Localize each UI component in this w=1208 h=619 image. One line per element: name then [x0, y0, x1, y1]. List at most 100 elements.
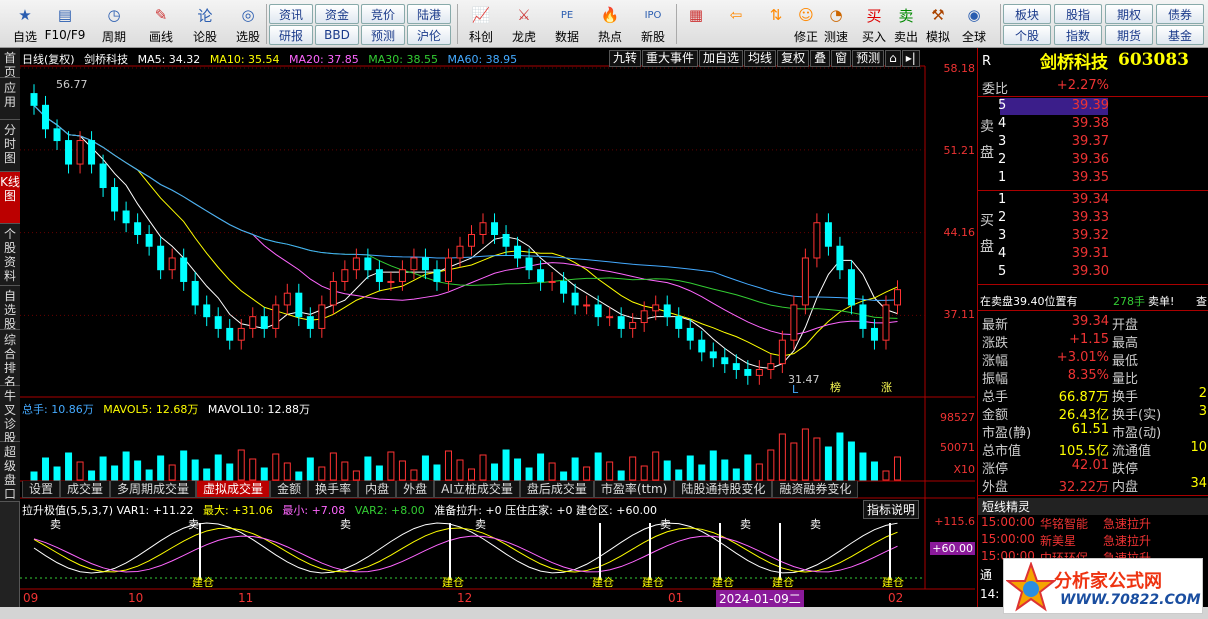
- kline-tool-button[interactable]: 窗: [831, 50, 852, 67]
- kline-tool-button[interactable]: 九转: [609, 50, 642, 67]
- left-tab-4[interactable]: 个股资料: [0, 224, 20, 286]
- toolbar-small-button[interactable]: 竞价: [361, 4, 405, 24]
- sub-tab-0[interactable]: 设置: [22, 481, 61, 498]
- toolbar-small-button[interactable]: BBD: [315, 25, 359, 45]
- candle-body: [594, 304, 602, 318]
- sub-tab-4[interactable]: 金额: [270, 481, 309, 498]
- toolbar-button2-2[interactable]: PE 数据: [546, 2, 588, 46]
- kline-tool-button[interactable]: 叠: [810, 50, 831, 67]
- left-tab-7[interactable]: 牛叉诊股: [0, 386, 20, 445]
- kline-window-icon[interactable]: ⌂: [885, 50, 901, 67]
- sell-level-row[interactable]: 1 39.35: [978, 170, 1208, 187]
- toolbar-right-button[interactable]: 期货: [1105, 25, 1153, 45]
- sub-tab-10[interactable]: 市盈率(ttm): [593, 481, 675, 498]
- toolbar-button3-4[interactable]: ◔ 测速: [820, 2, 852, 46]
- kline-tool-button[interactable]: 重大事件: [642, 50, 699, 67]
- left-tab-0[interactable]: 首页: [0, 48, 20, 79]
- toolbar-button3-3[interactable]: ☺ 修正: [790, 2, 822, 46]
- big-order-row[interactable]: 在卖盘39.40位置有 278手 卖单! 查: [978, 293, 1208, 310]
- candle-body: [778, 339, 786, 365]
- sub-tab-5[interactable]: 换手率: [308, 481, 359, 498]
- volume-bar: [352, 470, 360, 481]
- toolbar-button3-1[interactable]: ⇦: [720, 2, 752, 46]
- toolbar-right-button[interactable]: 板块: [1003, 4, 1051, 24]
- toolbar-small-button[interactable]: 资讯: [269, 4, 313, 24]
- toolbar-right-button[interactable]: 指数: [1054, 25, 1102, 45]
- toolbar-button2-0[interactable]: 📈 科创: [460, 2, 502, 46]
- kline-svg: 56.7731.47榜 涨L卖卖卖卖卖卖卖建仓 建仓 建仓 建仓 建仓 建仓 建仓: [20, 65, 975, 590]
- sub-tab-9[interactable]: 盘后成交量: [519, 481, 594, 498]
- sub-tab-1[interactable]: 成交量: [60, 481, 111, 498]
- volume-bar: [99, 456, 107, 481]
- toolbar-right-button[interactable]: 期权: [1105, 4, 1153, 24]
- big-order-link[interactable]: 查: [1196, 293, 1207, 309]
- buy-level-row[interactable]: 2 39.33: [978, 210, 1208, 227]
- toolbar-button2-4[interactable]: IPO 新股: [632, 2, 674, 46]
- volume-bar: [491, 463, 499, 481]
- volume-bar: [778, 433, 786, 481]
- kline-tool-button[interactable]: 预测: [852, 50, 885, 67]
- toolbar-button-label: 测速: [823, 30, 848, 44]
- short-item[interactable]: 15:00:00 新美星 急速拉升: [978, 532, 1208, 549]
- toolbar-button3-6[interactable]: 卖卖出: [890, 2, 922, 46]
- kline-tool-button[interactable]: 复权: [777, 50, 810, 67]
- sell-level: 3: [998, 134, 1007, 149]
- sub-tab-8[interactable]: AI立桩成交量: [434, 481, 520, 498]
- toolbar-right-button[interactable]: 股指: [1054, 4, 1102, 24]
- sub-tab-3[interactable]: 虚拟成交量: [196, 481, 271, 498]
- toolbar-small-button[interactable]: 资金: [315, 4, 359, 24]
- toolbar-button-0[interactable]: ★ 自选: [3, 2, 47, 46]
- buy-level-row[interactable]: 1 39.34: [978, 192, 1208, 209]
- volume-bar: [111, 465, 119, 481]
- toolbar-right-button[interactable]: 个股: [1003, 25, 1051, 45]
- toolbar-button-2[interactable]: ◷ 周期: [92, 2, 136, 46]
- kline-tool-button[interactable]: 均线: [744, 50, 777, 67]
- stat-value: +1.15: [1069, 332, 1109, 347]
- toolbar-button-4[interactable]: 论论股: [183, 2, 227, 46]
- left-tab-8[interactable]: 超级盘口: [0, 442, 20, 502]
- toolbar-button2-1[interactable]: ⚔ 龙虎: [503, 2, 545, 46]
- indicator-help-button[interactable]: 指标说明: [863, 500, 920, 519]
- buy-level-row[interactable]: 4 39.31: [978, 246, 1208, 263]
- toolbar-small-button[interactable]: 研报: [269, 25, 313, 45]
- toolbar-button-1[interactable]: ▤ F10/F9: [43, 2, 87, 46]
- kline-tool-button[interactable]: 加自选: [699, 50, 744, 67]
- forum-icon: 论: [197, 6, 213, 25]
- arrow-left-icon: ⇦: [729, 6, 743, 24]
- toolbar-button3-2[interactable]: ⇅: [760, 2, 792, 46]
- toolbar-button3-5[interactable]: 买买入: [858, 2, 890, 46]
- sell-level-row[interactable]: 5 39.39: [978, 98, 1208, 115]
- toolbar-button3-8[interactable]: ◉ 全球: [958, 2, 990, 46]
- sell-level-row[interactable]: 2 39.36: [978, 152, 1208, 169]
- short-item[interactable]: 15:00:00 华铭智能 急速拉升: [978, 515, 1208, 532]
- sub-tab-2[interactable]: 多周期成交量: [110, 481, 197, 498]
- dragon-tiger-icon: ⚔: [517, 6, 531, 24]
- toolbar-small-button[interactable]: 沪伦: [407, 25, 451, 45]
- toolbar-right-button[interactable]: 基金: [1156, 25, 1204, 45]
- toolbar-button3-0[interactable]: ▦: [680, 2, 712, 46]
- toolbar-button-3[interactable]: ✎ 画线: [139, 2, 183, 46]
- left-tab-3[interactable]: K线图: [0, 172, 20, 224]
- left-tab-6[interactable]: 综合排名: [0, 330, 20, 389]
- toolbar-button2-3[interactable]: 🔥 热点: [589, 2, 631, 46]
- left-tab-2[interactable]: 分时图: [0, 120, 20, 172]
- toolbar-button3-7[interactable]: ⚒ 模拟: [922, 2, 954, 46]
- sub-tab-11[interactable]: 陆股通持股变化: [674, 481, 773, 498]
- toolbar-right-button[interactable]: 债券: [1156, 4, 1204, 24]
- sub-tab-7[interactable]: 外盘: [396, 481, 435, 498]
- sub-tab-12[interactable]: 融资融券变化: [772, 481, 859, 498]
- toolbar-button-5[interactable]: ◎ 选股: [226, 2, 270, 46]
- sell-level-row[interactable]: 4 39.38: [978, 116, 1208, 133]
- sell-level-row[interactable]: 3 39.37: [978, 134, 1208, 151]
- candle-body: [491, 222, 499, 235]
- buy-level-row[interactable]: 5 39.30: [978, 264, 1208, 281]
- left-tab-1[interactable]: 应用: [0, 78, 20, 120]
- kline-arrow-icon[interactable]: ▸|: [901, 50, 920, 67]
- sub-tab-6[interactable]: 内盘: [358, 481, 397, 498]
- toolbar-small-button[interactable]: 预测: [361, 25, 405, 45]
- volume-bar: [617, 470, 625, 481]
- toolbar-small-button[interactable]: 陆港: [407, 4, 451, 24]
- buy-level-row[interactable]: 3 39.32: [978, 228, 1208, 245]
- kline-chart-area[interactable]: 56.77 31.47 榜涨 L 卖卖卖卖卖卖卖建仓 建仓 建仓 建仓 建仓 建仓 建仓 日线(复权…: [20, 48, 975, 607]
- left-tab-5[interactable]: 自选股: [0, 286, 20, 331]
